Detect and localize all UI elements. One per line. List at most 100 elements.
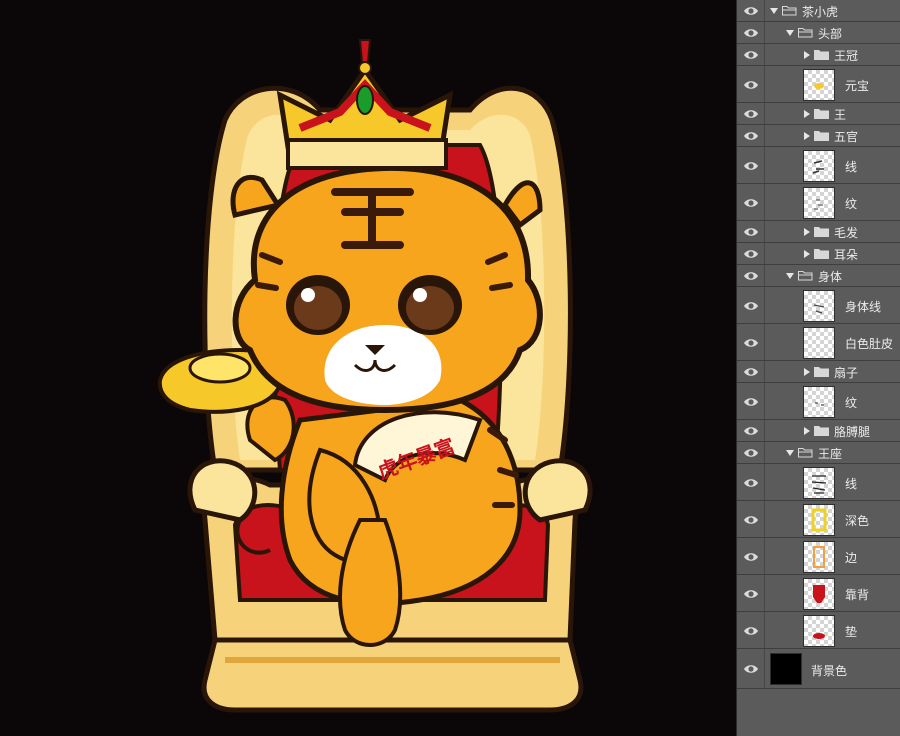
visibility-eye-icon[interactable] xyxy=(743,625,759,637)
layer-name: 线 xyxy=(845,477,858,491)
expand-arrow-icon[interactable] xyxy=(804,427,810,435)
row-separator xyxy=(764,649,765,688)
visibility-eye-icon[interactable] xyxy=(743,366,759,378)
layer-name: 背景色 xyxy=(811,663,848,678)
layer-thumbnail xyxy=(803,289,835,322)
row-separator xyxy=(764,575,765,611)
layer-row[interactable]: 垫 xyxy=(737,612,900,649)
visibility-eye-icon[interactable] xyxy=(743,588,759,600)
layer-name: 边 xyxy=(845,551,858,565)
layer-row[interactable]: 元宝 xyxy=(737,66,900,103)
expand-arrow-icon[interactable] xyxy=(804,132,810,140)
row-separator xyxy=(764,464,765,500)
layer-group-name: 身体 xyxy=(818,270,843,284)
visibility-eye-icon[interactable] xyxy=(743,197,759,209)
layer-group-name: 毛发 xyxy=(834,226,859,240)
expand-arrow-icon[interactable] xyxy=(804,110,810,118)
expand-arrow-icon[interactable] xyxy=(804,228,810,236)
layer-group-row[interactable]: 王座 xyxy=(737,442,900,464)
layer-group-row[interactable]: 扇子 xyxy=(737,361,900,383)
layer-thumbnail xyxy=(803,503,835,536)
visibility-eye-icon[interactable] xyxy=(743,130,759,142)
visibility-eye-icon[interactable] xyxy=(743,663,759,675)
collapse-arrow-icon[interactable] xyxy=(786,30,794,36)
layer-group-row[interactable]: 王 xyxy=(737,103,900,125)
visibility-eye-icon[interactable] xyxy=(743,270,759,282)
visibility-eye-icon[interactable] xyxy=(743,447,759,459)
layer-group-row[interactable]: 头部 xyxy=(737,22,900,44)
visibility-eye-icon[interactable] xyxy=(743,337,759,349)
layer-thumbnail xyxy=(803,186,835,219)
layer-group-name: 胳膊腿 xyxy=(834,425,871,439)
layer-group-name: 王 xyxy=(834,108,847,122)
layer-group-name: 耳朵 xyxy=(834,248,859,262)
layer-name: 纹 xyxy=(845,197,858,211)
layer-name: 线 xyxy=(845,160,858,174)
layer-group-row[interactable]: 毛发 xyxy=(737,221,900,243)
collapse-arrow-icon[interactable] xyxy=(770,8,778,14)
row-separator xyxy=(764,420,765,441)
layer-name: 纹 xyxy=(845,396,858,410)
layer-group-row[interactable]: 身体 xyxy=(737,265,900,287)
layer-row[interactable]: 靠背 xyxy=(737,575,900,612)
row-separator xyxy=(764,243,765,264)
layer-name: 元宝 xyxy=(845,79,870,93)
collapse-arrow-icon[interactable] xyxy=(786,273,794,279)
visibility-eye-icon[interactable] xyxy=(743,226,759,238)
layer-row[interactable]: 纹 xyxy=(737,383,900,420)
row-separator xyxy=(764,501,765,537)
tiger-head xyxy=(230,164,543,414)
visibility-eye-icon[interactable] xyxy=(743,160,759,172)
row-separator xyxy=(764,361,765,382)
layer-group-row[interactable]: 耳朵 xyxy=(737,243,900,265)
visibility-eye-icon[interactable] xyxy=(743,79,759,91)
expand-arrow-icon[interactable] xyxy=(804,368,810,376)
folder-icon xyxy=(782,6,797,16)
row-separator xyxy=(764,103,765,124)
visibility-eye-icon[interactable] xyxy=(743,477,759,489)
row-separator xyxy=(764,22,765,43)
layer-row[interactable]: 纹 xyxy=(737,184,900,221)
visibility-eye-icon[interactable] xyxy=(743,514,759,526)
visibility-eye-icon[interactable] xyxy=(743,248,759,260)
row-separator xyxy=(764,184,765,220)
layer-row[interactable]: 线 xyxy=(737,464,900,501)
visibility-eye-icon[interactable] xyxy=(743,300,759,312)
layer-name: 身体线 xyxy=(845,300,882,314)
expand-arrow-icon[interactable] xyxy=(804,51,810,59)
layers-panel[interactable]: 茶小虎 头部 王冠 元宝王五官线纹毛发 耳朵 身体 身体线 白色肚皮 扇子纹胳膊腿 王座线深色边靠… xyxy=(736,0,900,736)
row-separator xyxy=(764,44,765,65)
layer-row[interactable]: 边 xyxy=(737,538,900,575)
collapse-arrow-icon[interactable] xyxy=(786,450,794,456)
visibility-eye-icon[interactable] xyxy=(743,27,759,39)
layer-row[interactable]: 线 xyxy=(737,147,900,184)
folder-icon xyxy=(814,50,829,60)
visibility-eye-icon[interactable] xyxy=(743,108,759,120)
layer-thumbnail xyxy=(803,149,835,182)
row-separator xyxy=(764,612,765,648)
layer-group-row[interactable]: 五官 xyxy=(737,125,900,147)
visibility-eye-icon[interactable] xyxy=(743,5,759,17)
layer-group-name: 五官 xyxy=(834,130,859,144)
layer-row[interactable]: 深色 xyxy=(737,501,900,538)
document-canvas[interactable]: 虎年暴富 xyxy=(0,0,736,736)
layer-row[interactable]: 背景色 xyxy=(737,649,900,689)
layer-group-name: 茶小虎 xyxy=(802,5,839,19)
visibility-eye-icon[interactable] xyxy=(743,551,759,563)
visibility-eye-icon[interactable] xyxy=(743,425,759,437)
layer-row[interactable]: 身体线 xyxy=(737,287,900,324)
folder-icon xyxy=(814,249,829,259)
layer-group-row[interactable]: 胳膊腿 xyxy=(737,420,900,442)
layer-thumbnail xyxy=(803,540,835,573)
row-separator xyxy=(764,287,765,323)
layer-group-row[interactable]: 茶小虎 xyxy=(737,0,900,22)
layer-row[interactable]: 白色肚皮 xyxy=(737,324,900,361)
layer-group-row[interactable]: 王冠 xyxy=(737,44,900,66)
layer-name: 靠背 xyxy=(845,588,870,602)
layer-thumbnail xyxy=(803,466,835,499)
layer-thumbnail xyxy=(803,326,835,359)
visibility-eye-icon[interactable] xyxy=(743,49,759,61)
folder-icon xyxy=(798,448,813,458)
visibility-eye-icon[interactable] xyxy=(743,396,759,408)
expand-arrow-icon[interactable] xyxy=(804,250,810,258)
